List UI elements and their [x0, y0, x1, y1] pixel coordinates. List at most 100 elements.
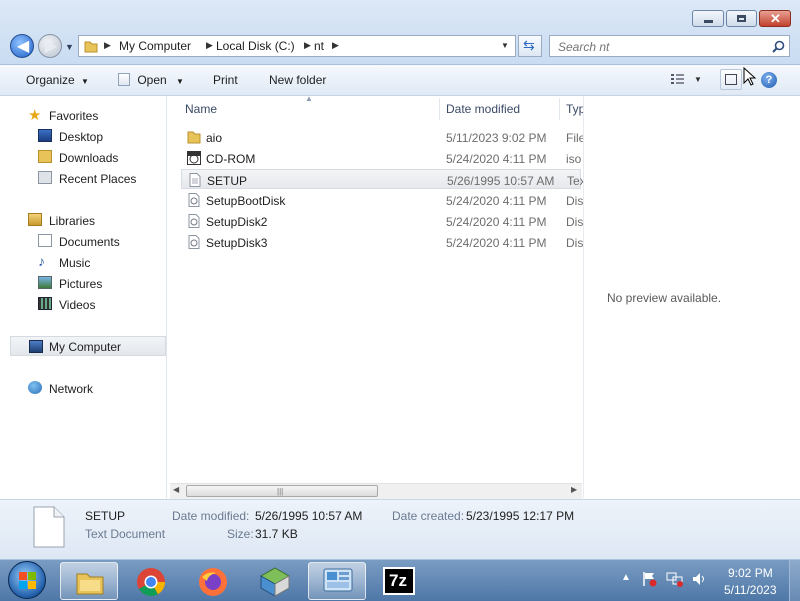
show-desktop-button[interactable] [789, 560, 800, 601]
nav-recent-places-label: Recent Places [59, 172, 137, 186]
address-dropdown-icon[interactable]: ▼ [501, 41, 509, 50]
file-date: 5/24/2020 4:11 PM [446, 152, 547, 166]
file-type: iso [566, 152, 582, 166]
breadcrumb-nt[interactable]: nt [314, 39, 324, 53]
recent-pages-chevron-icon[interactable]: ▼ [65, 42, 74, 52]
window-chrome: ✕ ◀ ▶ ▼ ▶ My Computer ▶ Local Disk (C:) … [0, 0, 800, 65]
clock-time[interactable]: 9:02 PM [728, 566, 773, 580]
nav-my-computer[interactable]: My Computer [10, 336, 166, 356]
nav-network[interactable]: Network [0, 378, 164, 398]
taskbar-firefox[interactable] [184, 562, 242, 600]
change-view-button[interactable] [670, 72, 685, 89]
preview-pane-icon [725, 74, 737, 85]
maximize-button[interactable] [726, 10, 757, 27]
preview-pane-button[interactable] [720, 69, 742, 90]
nav-downloads[interactable]: Downloads [0, 147, 164, 167]
preview-message: No preview available. [607, 291, 722, 305]
7zip-label: 7z [389, 571, 407, 590]
nav-pictures[interactable]: Pictures [0, 273, 164, 293]
music-icon: ♪ [38, 253, 45, 269]
nav-libraries-label: Libraries [49, 214, 96, 228]
search-input[interactable] [556, 37, 760, 57]
network-status-icon[interactable] [666, 571, 684, 587]
file-row-cd-rom[interactable]: CD-ROM 5/24/2020 4:11 PM iso [181, 148, 581, 168]
file-row-setupdisk3[interactable]: SetupDisk3 5/24/2020 4:11 PM Disk [181, 232, 583, 252]
file-row-setupdisk2[interactable]: SetupDisk2 5/24/2020 4:11 PM Disk [181, 211, 583, 231]
taskbar-installer[interactable] [246, 562, 304, 600]
installer-icon [259, 567, 291, 597]
taskbar-chrome[interactable] [122, 562, 180, 600]
preview-pane: No preview available. [583, 96, 800, 498]
column-header-date-modified[interactable]: Date modified [446, 102, 520, 116]
file-type: Disk [566, 215, 583, 229]
help-icon[interactable]: ? [761, 72, 777, 88]
file-row-setup[interactable]: SETUP 5/26/1995 10:57 AM Text Document [181, 169, 584, 189]
scroll-left-icon[interactable]: ◀ [173, 485, 179, 494]
close-button[interactable]: ✕ [759, 10, 791, 27]
nav-downloads-label: Downloads [59, 151, 119, 165]
refresh-icon: ⇆ [523, 37, 535, 53]
network-icon [28, 381, 42, 394]
volume-icon[interactable] [691, 571, 707, 587]
nav-videos[interactable]: Videos [0, 294, 164, 314]
print-button[interactable]: Print [213, 73, 238, 87]
chevron-down-icon: ▼ [81, 77, 89, 86]
column-divider[interactable] [439, 98, 440, 120]
downloads-folder-icon [38, 150, 52, 163]
control-panel-icon [323, 568, 353, 592]
start-orb-icon[interactable] [8, 561, 46, 599]
column-divider[interactable] [559, 98, 560, 120]
forward-arrow-icon: ▶ [44, 38, 58, 55]
file-row-aio[interactable]: aio 5/11/2023 9:02 PM File folder [181, 127, 583, 147]
nav-favorites-label: Favorites [49, 109, 99, 123]
taskbar-7zip[interactable]: 7z [370, 562, 428, 600]
file-row-setupbootdisk[interactable]: SetupBootDisk 5/24/2020 4:11 PM Disk [181, 190, 583, 210]
file-name: CD-ROM [206, 152, 256, 166]
file-date: 5/11/2023 9:02 PM [446, 131, 547, 145]
text-file-large-icon [33, 506, 65, 548]
show-hidden-icons-button[interactable]: ▲ [621, 572, 631, 583]
column-header-name[interactable]: Name [185, 102, 217, 116]
search-icon[interactable] [772, 40, 785, 53]
disk-image-icon [188, 235, 200, 249]
organize-button[interactable]: Organize ▼ [26, 73, 89, 87]
chrome-icon [137, 568, 165, 596]
address-bar[interactable]: ▶ My Computer ▶ Local Disk (C:) ▶ nt ▶ ▼ [78, 35, 516, 57]
documents-icon [38, 234, 52, 247]
clock-date[interactable]: 5/11/2023 [724, 583, 777, 597]
column-header-type[interactable]: Type [566, 102, 583, 116]
libraries-icon [28, 213, 42, 226]
back-button[interactable]: ◀ [10, 34, 34, 58]
scroll-right-icon[interactable]: ▶ [571, 485, 577, 494]
open-button[interactable]: Open ▼ [118, 73, 184, 87]
action-center-flag-icon[interactable] [641, 571, 657, 587]
nav-music[interactable]: ♪ Music [0, 252, 164, 272]
close-icon: ✕ [770, 11, 781, 26]
nav-music-label: Music [59, 256, 91, 270]
nav-desktop[interactable]: Desktop [0, 126, 164, 146]
nav-favorites[interactable]: ★ Favorites [0, 105, 164, 125]
file-name: aio [206, 131, 223, 145]
taskbar-control-panel[interactable] [308, 562, 366, 600]
nav-recent-places[interactable]: Recent Places [0, 168, 164, 188]
nav-my-computer-label: My Computer [49, 340, 122, 354]
file-list: ▲ Name Date modified Type aio 5/11/2023 … [167, 94, 584, 498]
details-pane: SETUP Text Document Date modified: 5/26/… [0, 499, 800, 560]
taskbar-file-explorer[interactable] [60, 562, 118, 600]
text-file-icon [189, 173, 201, 187]
file-type: Disk [566, 236, 583, 250]
breadcrumb-my-computer[interactable]: My Computer [119, 39, 191, 53]
refresh-button[interactable]: ⇆ [518, 35, 542, 57]
new-folder-button[interactable]: New folder [269, 73, 326, 87]
file-explorer-icon [76, 573, 104, 595]
details-date-created: 5/23/1995 12:17 PM [466, 509, 575, 523]
forward-button[interactable]: ▶ [38, 34, 62, 58]
breadcrumb-local-disk[interactable]: Local Disk (C:) [216, 39, 295, 53]
nav-documents[interactable]: Documents [0, 231, 164, 251]
folder-icon [84, 41, 98, 53]
scrollbar-thumb[interactable]: ||| [186, 485, 378, 497]
back-arrow-icon: ◀ [16, 38, 30, 55]
minimize-button[interactable] [692, 10, 724, 27]
view-options-chevron-icon[interactable]: ▼ [694, 75, 702, 84]
nav-libraries[interactable]: Libraries [0, 210, 164, 230]
